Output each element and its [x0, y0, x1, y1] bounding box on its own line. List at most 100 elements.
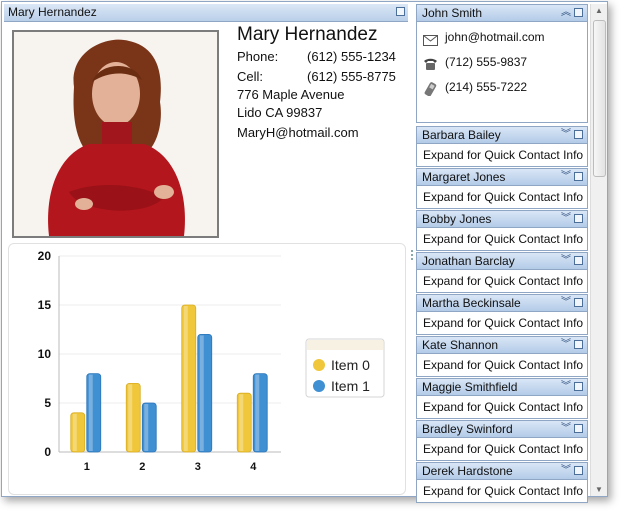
contact-card[interactable]: Jonathan Barclay ︾ Expand for Quick Conta… — [416, 252, 588, 293]
x-tick-label: 3 — [195, 461, 201, 473]
contact-card-header[interactable]: Margaret Jones ︾ — [417, 169, 587, 186]
contact-card-name: Martha Beckinsale — [422, 296, 521, 310]
expand-chevron-icon[interactable]: ︾ — [561, 463, 571, 479]
expand-chevron-icon[interactable]: ︾ — [561, 169, 571, 185]
contact-card-name: Derek Hardstone — [422, 464, 513, 478]
y-tick-label: 10 — [38, 347, 52, 361]
legend-header — [307, 340, 383, 350]
bar-highlight — [239, 394, 244, 451]
y-tick-label: 15 — [38, 298, 52, 312]
contact-card[interactable]: Derek Hardstone ︾ Expand for Quick Contac… — [416, 462, 588, 503]
expand-chevron-icon[interactable]: ︾ — [561, 295, 571, 311]
minimize-icon[interactable] — [574, 214, 583, 223]
main-panel-title: Mary Hernandez — [8, 5, 97, 19]
contact-card-name: Bradley Swinford — [422, 422, 513, 436]
x-tick-label: 1 — [84, 461, 90, 473]
minimize-icon[interactable] — [574, 340, 583, 349]
contact-card[interactable]: Martha Beckinsale ︾ Expand for Quick Cont… — [416, 294, 588, 335]
minimize-icon[interactable] — [574, 424, 583, 433]
legend-label: Item 0 — [331, 357, 370, 373]
portrait-image — [14, 32, 217, 236]
bar-highlight — [183, 306, 188, 451]
y-tick-label: 0 — [44, 445, 51, 459]
contact-card[interactable]: Maggie Smithfield ︾ Expand for Quick Cont… — [416, 378, 588, 419]
contact-card[interactable]: Margaret Jones ︾ Expand for Quick Contact… — [416, 168, 588, 209]
vertical-scrollbar[interactable]: ▲ ▼ — [590, 4, 607, 496]
minimize-icon[interactable] — [574, 8, 583, 17]
scroll-up-icon[interactable]: ▲ — [595, 6, 603, 15]
contact-card-info: Expand for Quick Contact Info — [423, 148, 584, 162]
contact-card-info: Expand for Quick Contact Info — [423, 190, 584, 204]
contact-card-header[interactable]: Bobby Jones ︾ — [417, 211, 587, 228]
expand-chevron-icon[interactable]: ︾ — [561, 337, 571, 353]
contact-card[interactable]: Bobby Jones ︾ Expand for Quick Contact In… — [416, 210, 588, 251]
contact-card-name: Kate Shannon — [422, 338, 499, 352]
y-tick-label: 5 — [44, 396, 51, 410]
expand-chevron-icon[interactable]: ︾ — [561, 127, 571, 143]
bar-chart: 0 5 10 15 20 1 2 3 4 Item 0 Item 1 — [38, 249, 385, 473]
main-panel-titlebar: Mary Hernandez — [4, 4, 408, 22]
address-line-1: 776 Maple Avenue — [237, 87, 345, 102]
collapse-chevron-icon[interactable]: ︽ — [561, 5, 571, 21]
contact-card-header[interactable]: Bradley Swinford ︾ — [417, 421, 587, 438]
legend-label: Item 1 — [331, 378, 370, 394]
panel-splitter[interactable] — [409, 4, 415, 496]
expand-chevron-icon[interactable]: ︾ — [561, 379, 571, 395]
minimize-icon[interactable] — [574, 130, 583, 139]
restore-icon[interactable] — [396, 7, 405, 16]
contact-photo — [12, 30, 219, 238]
minimize-icon[interactable] — [574, 298, 583, 307]
bar-highlight — [255, 374, 260, 451]
minimize-icon[interactable] — [574, 256, 583, 265]
contact-card-header[interactable]: Barbara Bailey ︾ — [417, 127, 587, 144]
legend-marker — [313, 359, 325, 371]
legend-marker — [313, 380, 325, 392]
email-address[interactable]: MaryH@hotmail.com — [237, 125, 359, 140]
contact-card-header[interactable]: Kate Shannon ︾ — [417, 337, 587, 354]
x-tick-label: 2 — [139, 461, 145, 473]
contact-name: Mary Hernandez — [237, 24, 378, 45]
contact-card-header[interactable]: Maggie Smithfield ︾ — [417, 379, 587, 396]
contact-card-info: Expand for Quick Contact Info — [423, 232, 584, 246]
quick-email-value[interactable]: john@hotmail.com — [445, 30, 545, 44]
contact-card-header[interactable]: Martha Beckinsale ︾ — [417, 295, 587, 312]
application-window: Mary Hernandez Mary Hernandez Phone: (61… — [1, 1, 608, 503]
scroll-down-icon[interactable]: ▼ — [595, 485, 603, 494]
minimize-icon[interactable] — [574, 172, 583, 181]
minimize-icon[interactable] — [574, 382, 583, 391]
contact-card[interactable]: Kate Shannon ︾ Expand for Quick Contact I… — [416, 336, 588, 377]
splitter-grip-icon[interactable] — [411, 250, 413, 260]
contact-card-info: Expand for Quick Contact Info — [423, 358, 584, 372]
contact-card-info: Expand for Quick Contact Info — [423, 484, 584, 498]
quick-phone-value: (712) 555-9837 — [445, 55, 528, 69]
quick-cell-row: (214) 555-7222 — [423, 75, 587, 100]
bar-highlight — [88, 374, 93, 451]
bar-highlight — [144, 404, 149, 451]
cell-phone-icon — [423, 80, 438, 105]
contact-card[interactable]: Bradley Swinford ︾ Expand for Quick Conta… — [416, 420, 588, 461]
contact-card-header[interactable]: Jonathan Barclay ︾ — [417, 253, 587, 270]
phone-value: (612) 555-1234 — [307, 49, 396, 64]
contact-card[interactable]: Barbara Bailey ︾ Expand for Quick Contact… — [416, 126, 588, 167]
bar-highlight — [72, 413, 77, 451]
contact-card-info: Expand for Quick Contact Info — [423, 400, 584, 414]
contact-card-name: Margaret Jones — [422, 170, 506, 184]
contact-card-name: Bobby Jones — [422, 212, 492, 226]
y-tick-label: 20 — [38, 249, 52, 263]
contact-card-header[interactable]: John Smith ︽ — [417, 5, 587, 22]
quick-email-row: john@hotmail.com — [423, 25, 587, 50]
expand-chevron-icon[interactable]: ︾ — [561, 253, 571, 269]
scrollbar-thumb[interactable] — [593, 20, 606, 177]
bar-highlight — [199, 335, 204, 451]
quick-phone-row: (712) 555-9837 — [423, 50, 587, 75]
expand-chevron-icon[interactable]: ︾ — [561, 211, 571, 227]
contact-list: John Smith ︽ john@hotmail.com (712) 555-… — [416, 4, 590, 503]
contact-card-info: Expand for Quick Contact Info — [423, 316, 584, 330]
minimize-icon[interactable] — [574, 466, 583, 475]
contact-card-header[interactable]: Derek Hardstone ︾ — [417, 463, 587, 480]
phone-label: Phone: — [237, 49, 279, 64]
expand-chevron-icon[interactable]: ︾ — [561, 421, 571, 437]
chart-container: 0 5 10 15 20 1 2 3 4 Item 0 Item 1 — [8, 243, 406, 495]
contact-card-expanded[interactable]: John Smith ︽ john@hotmail.com (712) 555-… — [416, 4, 588, 123]
contact-card-info: Expand for Quick Contact Info — [423, 274, 584, 288]
